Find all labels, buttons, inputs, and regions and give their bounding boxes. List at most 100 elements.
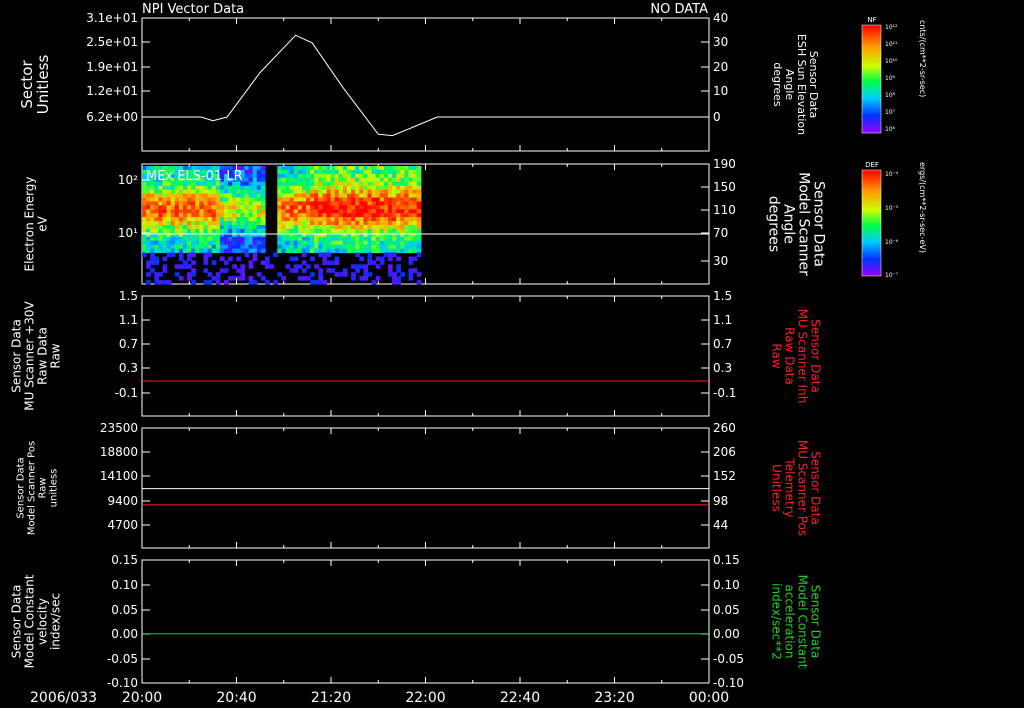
- spectrogram-cell: [187, 185, 192, 191]
- spectrogram-cell: [285, 225, 291, 230]
- spectrogram-cell: [338, 193, 344, 198]
- spectrogram-cell: [367, 228, 373, 234]
- spectrogram-cell: [281, 244, 287, 250]
- spectrogram-cell: [293, 185, 299, 191]
- spectrogram-cell: [388, 221, 393, 226]
- spectrogram-cell: [301, 185, 307, 191]
- y2-tick-label: 0.3: [713, 361, 732, 375]
- spectrogram-cell: [326, 228, 332, 234]
- spectrogram-cell: [195, 236, 200, 242]
- spectrogram-cell: [383, 193, 389, 198]
- spectrogram-cell: [326, 209, 332, 214]
- spectrogram-cell: [215, 209, 221, 214]
- spectrogram-cell: [392, 213, 397, 218]
- spectrogram-cell: [256, 221, 262, 226]
- spectrogram-cell: [215, 197, 221, 202]
- spectrogram-cell: [248, 236, 254, 242]
- spectrogram-cell: [244, 221, 250, 226]
- spectrogram-cell: [404, 228, 410, 234]
- spectrogram-cell: [166, 228, 172, 234]
- spectrogram-cell: [228, 205, 233, 210]
- spectrogram-cell: [293, 205, 299, 210]
- spectrogram-cell: [371, 248, 377, 254]
- spectrogram-cell: [375, 244, 381, 250]
- y-tick-label: 1.1: [119, 313, 138, 327]
- y2-axis-label: Sensor Data: [811, 181, 827, 267]
- spectrogram-cell: [367, 236, 373, 242]
- spectrogram-cell: [388, 197, 393, 202]
- spectrogram-cell: [355, 268, 360, 273]
- spectrogram-cell: [367, 252, 373, 257]
- spectrogram-cell: [207, 252, 213, 257]
- spectrogram-cell: [342, 272, 348, 277]
- spectrogram-cell: [400, 197, 405, 202]
- spectrogram-cell: [322, 177, 328, 183]
- y2-tick-label: 0: [713, 110, 721, 124]
- spectrogram-cell: [215, 272, 221, 277]
- spectrogram-cell: [363, 268, 369, 273]
- spectrogram-cell: [248, 228, 254, 234]
- spectrogram-cell: [355, 193, 360, 198]
- spectrogram-cell: [285, 181, 291, 187]
- spectrogram-cell: [240, 236, 246, 242]
- spectrogram-cell: [334, 272, 340, 277]
- time-tick-label: 20:40: [216, 690, 256, 706]
- spectrogram-cell: [416, 166, 422, 171]
- spectrogram-cell: [400, 236, 405, 242]
- spectrogram-cell: [318, 221, 323, 226]
- spectrogram-cell: [269, 264, 274, 269]
- spectrogram-cell: [318, 193, 323, 198]
- spectrogram-cell: [224, 228, 229, 234]
- spectrogram-cell: [150, 205, 155, 210]
- y-tick-label: 0.15: [111, 553, 138, 567]
- spectrogram-cell: [244, 193, 250, 198]
- y-tick-label: 3.1e+01: [86, 11, 138, 25]
- spectrogram-cell: [326, 268, 332, 273]
- spectrogram-cell: [170, 221, 176, 226]
- y2-axis-label: Raw: [770, 343, 784, 368]
- spectrogram-cell: [187, 272, 192, 277]
- spectrogram-cell: [310, 244, 315, 250]
- y-tick-label: 4700: [107, 518, 138, 532]
- spectrogram-cell: [351, 177, 356, 183]
- spectrogram-cell: [232, 193, 237, 198]
- spectrogram-cell: [224, 209, 229, 214]
- spectrogram-cell: [379, 193, 385, 198]
- spectrogram-cell: [289, 185, 295, 191]
- spectrogram-cell: [191, 248, 196, 254]
- spectrogram-cell: [375, 169, 381, 175]
- spectrogram-cell: [379, 260, 385, 265]
- spectrogram-cell: [191, 221, 196, 226]
- spectrogram-cell: [215, 201, 221, 206]
- spectrogram-cell: [297, 225, 303, 230]
- spectrogram-cell: [252, 193, 258, 198]
- spectrogram-cell: [297, 264, 303, 269]
- spectrogram-cell: [170, 244, 176, 250]
- spectrogram-cell: [166, 185, 172, 191]
- spectrogram-cell: [178, 236, 184, 242]
- spectrogram-cell: [351, 228, 356, 234]
- spectrogram-cell: [150, 225, 155, 230]
- spectrogram-cell: [203, 209, 209, 214]
- spectrogram-cell: [342, 228, 348, 234]
- spectrogram-cell: [293, 240, 299, 246]
- spectrogram-cell: [379, 173, 385, 179]
- spectrogram-cell: [326, 197, 332, 202]
- spectrogram-cell: [252, 201, 258, 206]
- spectrogram-cell: [314, 217, 319, 222]
- spectrogram-cell: [232, 213, 237, 218]
- spectrogram-cell: [199, 240, 205, 246]
- spectrogram-cell: [408, 268, 414, 273]
- spectrogram-cell: [142, 236, 147, 242]
- spectrogram-cell: [412, 225, 418, 230]
- spectrogram-cell: [355, 197, 360, 202]
- spectrogram-cell: [355, 244, 360, 250]
- spectrogram-cell: [260, 221, 266, 226]
- spectrogram-cell: [293, 173, 299, 179]
- spectrogram-cell: [256, 166, 262, 171]
- spectrogram-cell: [256, 205, 262, 210]
- spectrogram-cell: [285, 209, 291, 214]
- spectrogram-cell: [396, 173, 401, 179]
- spectrogram-cell: [142, 201, 147, 206]
- spectrogram-cell: [404, 181, 410, 187]
